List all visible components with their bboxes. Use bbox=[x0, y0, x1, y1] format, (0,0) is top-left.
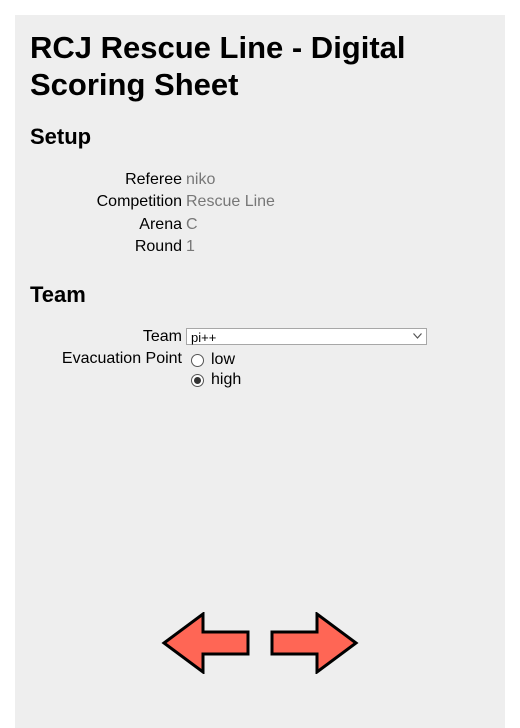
setup-row-referee: Referee niko bbox=[15, 169, 505, 191]
radio-low[interactable] bbox=[191, 354, 204, 367]
scoring-sheet-panel: RCJ Rescue Line - Digital Scoring Sheet … bbox=[15, 15, 505, 728]
evacuation-row: Evacuation Point bbox=[15, 348, 505, 370]
team-select-value: pi++ bbox=[191, 330, 217, 345]
radio-high-label: high bbox=[211, 371, 242, 388]
arena-label: Arena bbox=[139, 216, 182, 233]
round-label: Round bbox=[134, 238, 182, 255]
team-heading: Team bbox=[30, 282, 86, 307]
page-title: RCJ Rescue Line - Digital Scoring Sheet bbox=[30, 30, 406, 102]
chevron-down-icon bbox=[413, 333, 422, 339]
competition-value: Rescue Line bbox=[186, 193, 275, 210]
setup-row-round: Round 1 bbox=[15, 236, 505, 258]
arrow-left-icon[interactable] bbox=[161, 612, 251, 674]
setup-heading: Setup bbox=[30, 124, 92, 149]
arrow-right-icon[interactable] bbox=[269, 612, 359, 674]
arena-value: C bbox=[186, 216, 198, 233]
referee-label: Referee bbox=[125, 171, 182, 188]
referee-value: niko bbox=[186, 171, 216, 188]
round-value: 1 bbox=[186, 238, 195, 255]
competition-label: Competition bbox=[96, 193, 182, 210]
team-select[interactable]: pi++ bbox=[186, 328, 427, 345]
evacuation-label: Evacuation Point bbox=[61, 350, 182, 367]
team-label: Team bbox=[142, 328, 182, 345]
radio-low-label: low bbox=[211, 351, 236, 368]
radio-high[interactable] bbox=[191, 374, 204, 387]
setup-row-arena: Arena C bbox=[15, 214, 505, 236]
setup-row-competition: Competition Rescue Line bbox=[15, 191, 505, 213]
